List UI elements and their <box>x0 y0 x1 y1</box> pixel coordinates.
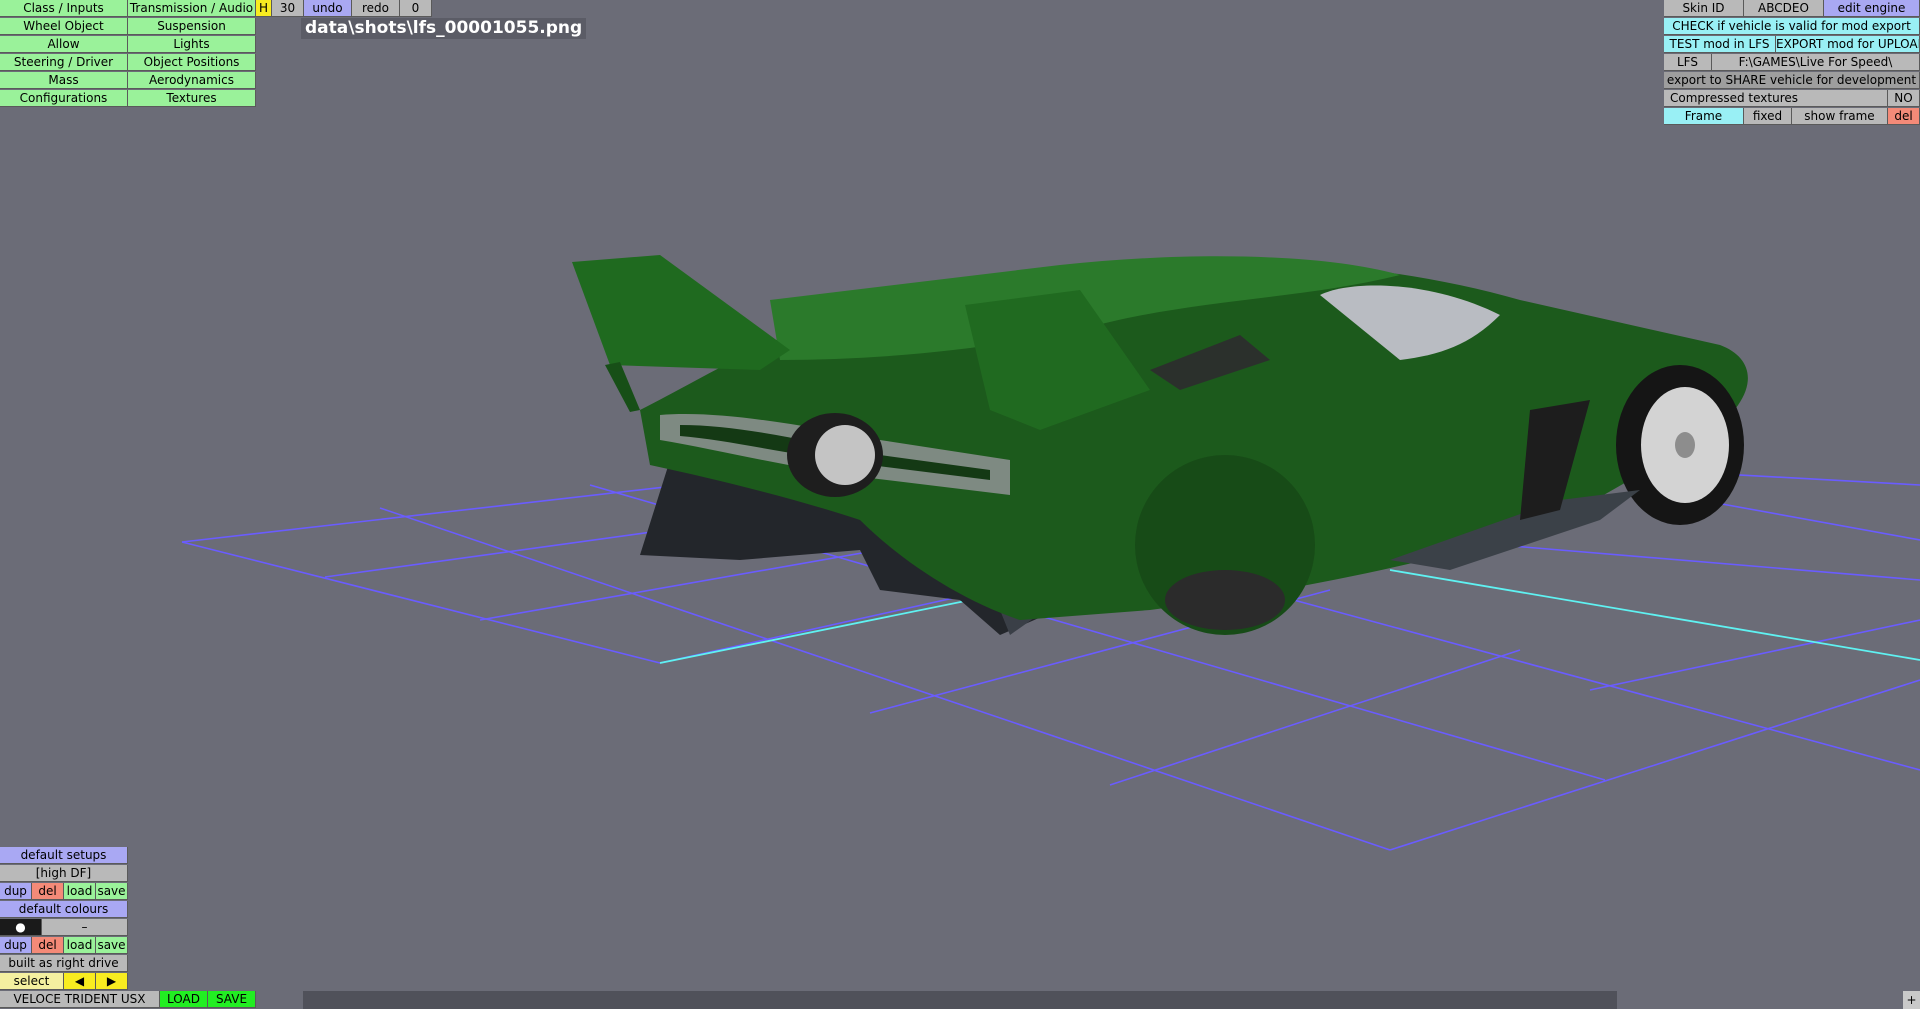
default-colours-button[interactable]: default colours <box>0 901 128 918</box>
car-model <box>572 255 1748 635</box>
colour-dup-button[interactable]: dup <box>0 937 32 954</box>
export-share-button[interactable]: export to SHARE vehicle for development <box>1664 72 1920 89</box>
default-setups-button[interactable]: default setups <box>0 847 128 864</box>
undo-count: 30 <box>272 0 304 17</box>
edit-engine-button[interactable]: edit engine <box>1824 0 1920 17</box>
undo-button[interactable]: undo <box>304 0 352 17</box>
lfs-path-field[interactable]: F:\GAMES\Live For Speed\ <box>1712 54 1920 71</box>
lfs-label: LFS <box>1664 54 1712 71</box>
export-upload-button[interactable]: EXPORT mod for UPLOAD <box>1776 36 1920 53</box>
right-drive-toggle[interactable]: built as right drive <box>0 955 128 972</box>
menu-class-inputs[interactable]: Class / Inputs <box>0 0 128 17</box>
menu-allow[interactable]: Allow <box>0 36 128 53</box>
menu-textures[interactable]: Textures <box>128 90 256 107</box>
colour-load-button[interactable]: load <box>64 937 96 954</box>
save-vehicle-button[interactable]: SAVE <box>208 991 256 1008</box>
skin-id-label: Skin ID <box>1664 0 1744 17</box>
show-frame-button[interactable]: show frame <box>1792 108 1888 125</box>
load-vehicle-button[interactable]: LOAD <box>160 991 208 1008</box>
setup-del-button[interactable]: del <box>32 883 64 900</box>
select-button[interactable]: select <box>0 973 64 990</box>
menu-wheel-object[interactable]: Wheel Object <box>0 18 128 35</box>
scroll-corner-button[interactable]: + <box>1903 991 1920 1009</box>
vehicle-name: VELOCE TRIDENT USX <box>0 991 160 1008</box>
compressed-textures-toggle[interactable]: NO <box>1888 90 1920 107</box>
vehicle-viewport[interactable] <box>0 0 1920 1009</box>
check-valid-button[interactable]: CHECK if vehicle is valid for mod export <box>1664 18 1920 35</box>
test-mod-button[interactable]: TEST mod in LFS <box>1664 36 1776 53</box>
menu-lights[interactable]: Lights <box>128 36 256 53</box>
menu-configurations[interactable]: Configurations <box>0 90 128 107</box>
left-arrow-icon[interactable]: ◀ <box>64 973 96 990</box>
menu-steering-driver[interactable]: Steering / Driver <box>0 54 128 71</box>
fixed-button[interactable]: fixed <box>1744 108 1792 125</box>
setup-name[interactable]: [high DF] <box>0 865 128 882</box>
menu-suspension[interactable]: Suspension <box>128 18 256 35</box>
history-indicator[interactable]: H <box>256 0 272 17</box>
menu-aerodynamics[interactable]: Aerodynamics <box>128 72 256 89</box>
colour-del-button[interactable]: del <box>32 937 64 954</box>
skin-id-field[interactable]: ABCDEO <box>1744 0 1824 17</box>
horizontal-scrollbar[interactable] <box>303 991 1617 1009</box>
compressed-textures-label: Compressed textures <box>1664 90 1888 107</box>
frame-button[interactable]: Frame <box>1664 108 1744 125</box>
setup-dup-button[interactable]: dup <box>0 883 32 900</box>
colour-save-button[interactable]: save <box>96 937 128 954</box>
right-arrow-icon[interactable]: ▶ <box>96 973 128 990</box>
colour-name[interactable]: – <box>42 919 128 936</box>
menu-transmission-audio[interactable]: Transmission / Audio <box>128 0 256 17</box>
frame-delete-button[interactable]: del <box>1888 108 1920 125</box>
menu-object-positions[interactable]: Object Positions <box>128 54 256 71</box>
setup-save-button[interactable]: save <box>96 883 128 900</box>
redo-button[interactable]: redo <box>352 0 400 17</box>
menu-mass[interactable]: Mass <box>0 72 128 89</box>
redo-count: 0 <box>400 0 432 17</box>
screenshot-path: data\shots\lfs_00001055.png <box>301 18 587 39</box>
setup-load-button[interactable]: load <box>64 883 96 900</box>
colour-dot-icon[interactable]: ● <box>0 919 42 936</box>
